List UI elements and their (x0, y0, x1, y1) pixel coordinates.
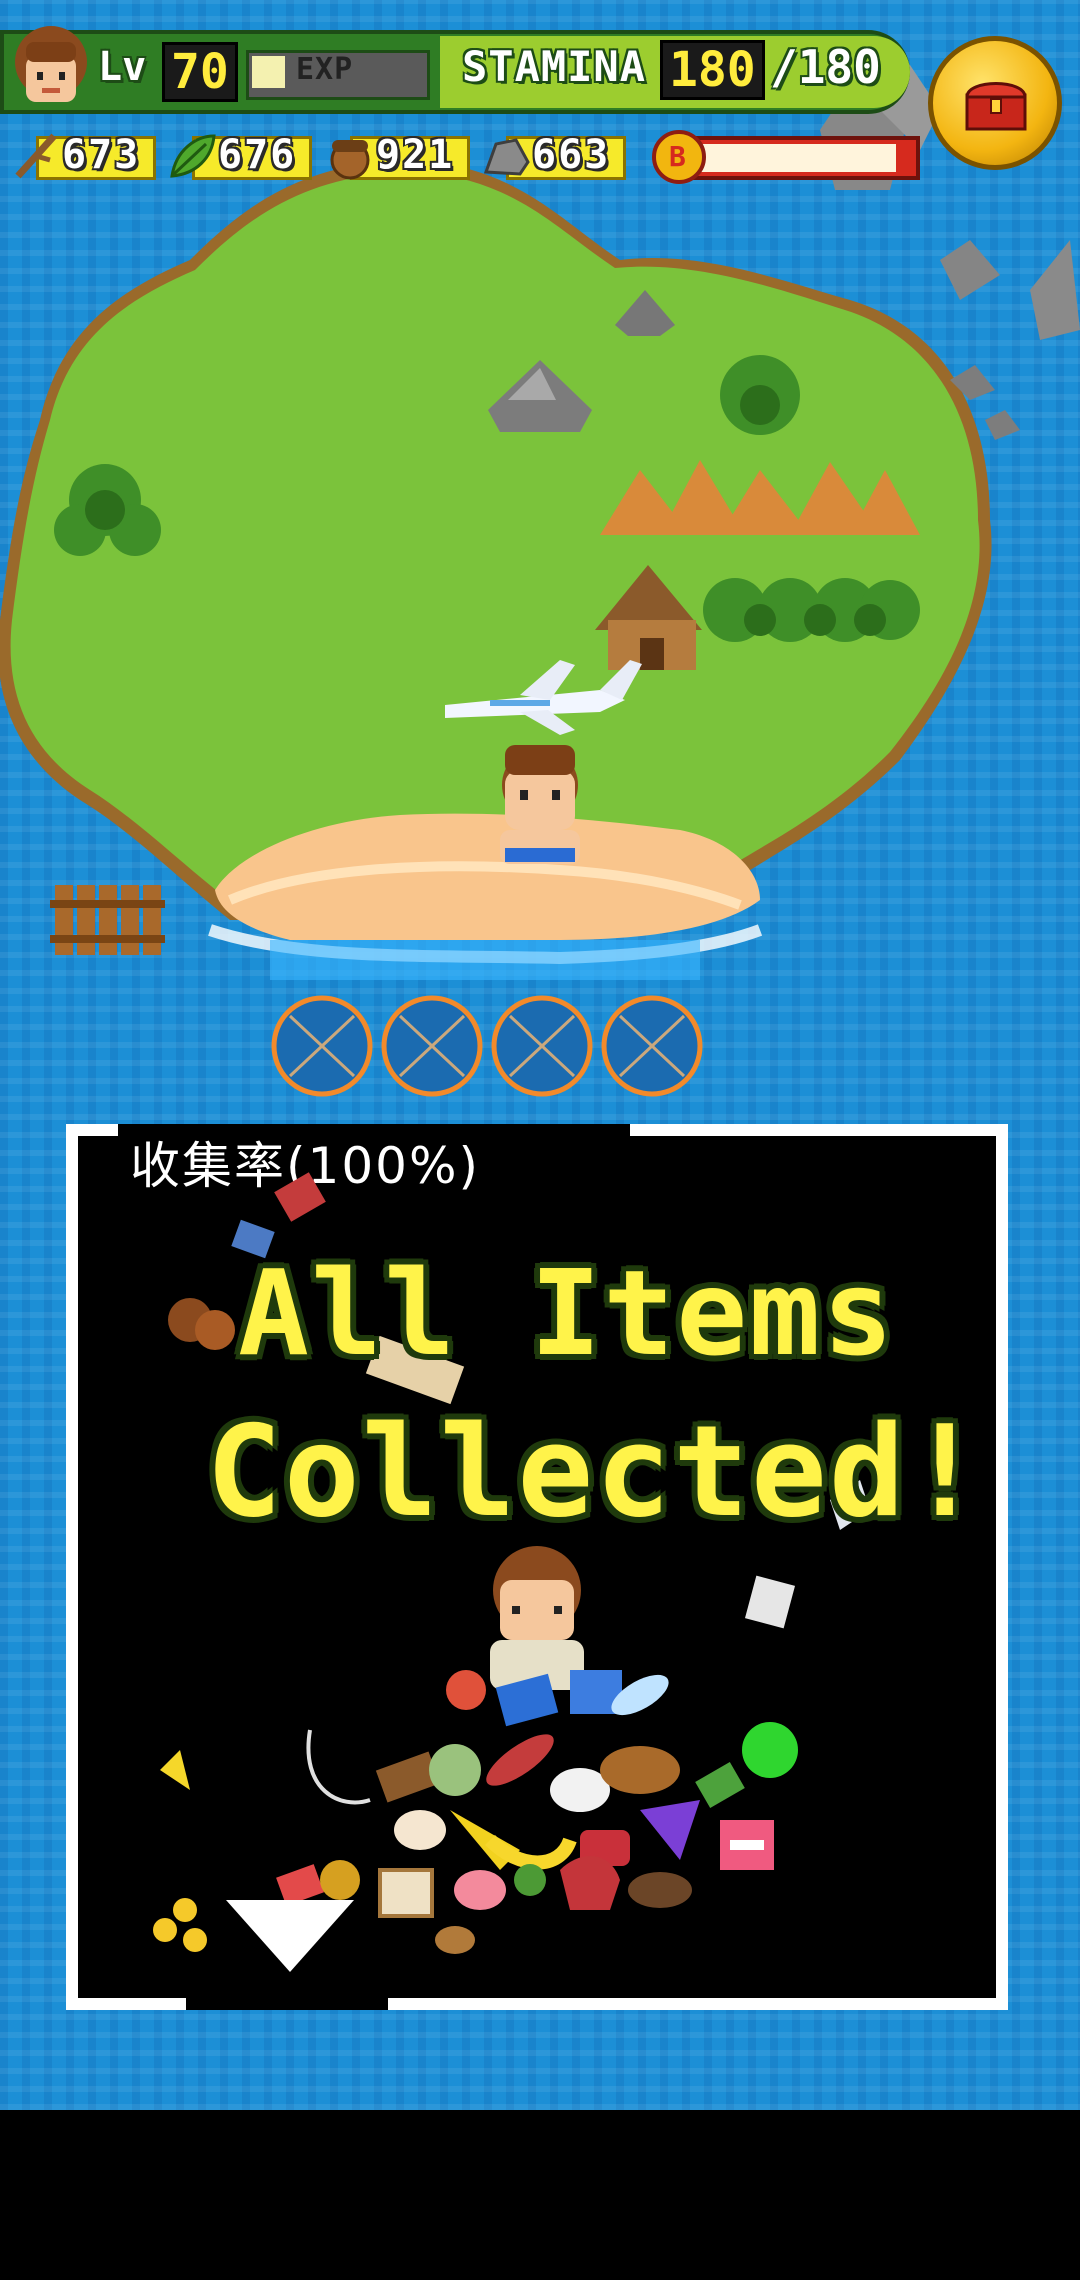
stone-icon (483, 138, 530, 176)
level-label: Lv (98, 44, 147, 90)
branch-icon (15, 133, 57, 179)
nut-icon (330, 140, 370, 180)
bottom-letterbox (0, 2110, 1080, 2280)
resource-value: 676 (218, 132, 297, 178)
exp-bar-fill (252, 56, 285, 88)
next-arrow-button[interactable] (220, 1896, 360, 1976)
player-avatar (15, 26, 87, 102)
treasure-chest-icon (965, 82, 1027, 131)
exp-label: EXP (296, 52, 354, 87)
treasure-chest-button[interactable] (928, 36, 1062, 170)
boost-meter: B (652, 130, 920, 184)
panel-bottom-tab (186, 1998, 388, 2010)
resource-value: 663 (532, 132, 611, 178)
all-items-heading: All Items (238, 1244, 896, 1382)
level-value: 70 (162, 42, 238, 102)
stamina-label: STAMINA (462, 42, 647, 91)
leaf-icon (170, 134, 216, 178)
boost-meter-fill (696, 144, 896, 172)
stamina-max: /180 (770, 40, 881, 94)
stamina-value: 180 (660, 40, 765, 100)
resource-value: 921 (376, 132, 455, 178)
collected-heading: Collected! (206, 1398, 985, 1545)
boost-badge-letter: B (669, 140, 686, 173)
boost-badge-icon: B (652, 130, 706, 184)
resource-value: 673 (62, 132, 141, 178)
